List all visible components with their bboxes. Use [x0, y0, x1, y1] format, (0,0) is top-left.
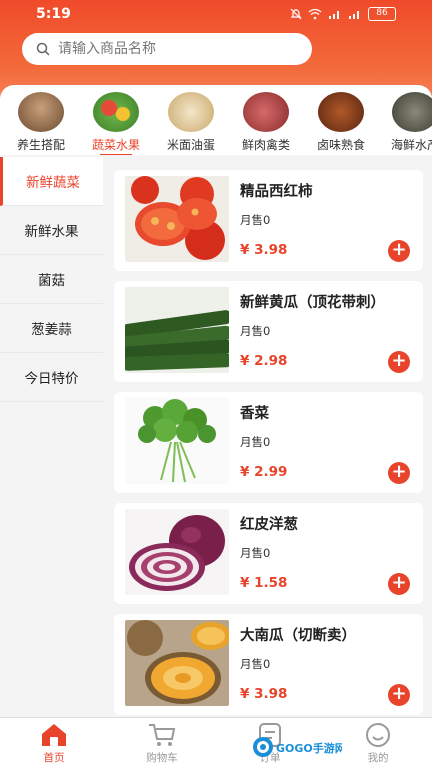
product-name: 香菜: [240, 406, 269, 422]
product-name: 红皮洋葱: [240, 517, 298, 533]
category-rice-flour-oil-eggs[interactable]: 米面油蛋: [156, 92, 226, 153]
product-monthly-sales: 月售0: [240, 213, 271, 227]
category-label: 海鲜水产: [390, 138, 432, 152]
active-underline: [100, 154, 132, 155]
sidebar-item-daily-specials[interactable]: 今日特价: [0, 353, 103, 402]
product-monthly-sales: 月售0: [240, 657, 271, 671]
category-label: 蔬菜水果: [91, 138, 140, 152]
status-icons: 86: [290, 7, 396, 21]
add-to-cart-button[interactable]: +: [388, 462, 410, 484]
category-braised-deli[interactable]: 卤味熟食: [306, 92, 376, 153]
product-list: 精品西红柿 月售0 ¥ 3.98 + 新鲜黄瓜（顶花带刺） 月售0 ¥ 2.98…: [103, 157, 432, 717]
watermark-text: GOGO手游网: [276, 741, 342, 755]
add-to-cart-button[interactable]: +: [388, 573, 410, 595]
category-label: 鲜肉禽类: [241, 138, 290, 152]
search-input[interactable]: [58, 41, 288, 57]
category-meat-poultry[interactable]: 鲜肉禽类: [231, 92, 301, 153]
sidebar: 新鲜蔬菜 新鲜水果 菌菇 葱姜蒜 今日特价: [0, 157, 103, 717]
product-price: ¥ 1.58: [240, 575, 288, 591]
product-price: ¥ 3.98: [240, 242, 288, 258]
battery-icon: 86: [368, 7, 396, 21]
bottom-tab-bar: 首页 购物车 订单 我的: [0, 717, 432, 768]
category-image: [243, 92, 289, 132]
category-health-combo[interactable]: 养生搭配: [6, 92, 76, 153]
product-card[interactable]: 新鲜黄瓜（顶花带刺） 月售0 ¥ 2.98 +: [114, 281, 423, 382]
product-name: 精品西红柿: [240, 184, 313, 200]
search-bar[interactable]: [22, 33, 312, 65]
product-price: ¥ 2.99: [240, 464, 288, 480]
status-bar: 5:19 86: [0, 0, 432, 30]
product-card[interactable]: 红皮洋葱 月售0 ¥ 1.58 +: [114, 503, 423, 604]
product-price: ¥ 2.98: [240, 353, 288, 369]
tab-cart[interactable]: 购物车: [122, 722, 202, 765]
category-label: 养生搭配: [16, 138, 65, 152]
product-monthly-sales: 月售0: [240, 546, 271, 560]
product-monthly-sales: 月售0: [240, 324, 271, 338]
product-card[interactable]: 香菜 月售0 ¥ 2.99 +: [114, 392, 423, 493]
product-image-tomato: [125, 176, 229, 262]
tab-label: 购物车: [146, 752, 178, 764]
category-label: 卤味熟食: [316, 138, 365, 152]
tab-label: 我的: [367, 752, 389, 764]
category-vegetables-fruits[interactable]: 蔬菜水果: [81, 92, 151, 155]
cart-icon: [147, 722, 177, 748]
product-price: ¥ 3.98: [240, 686, 288, 702]
product-name: 新鲜黄瓜（顶花带刺）: [240, 295, 385, 311]
signal-icon: [329, 11, 339, 19]
profile-icon: [363, 722, 393, 748]
product-name: 大南瓜（切断卖）: [240, 628, 356, 644]
wifi-icon: [308, 8, 322, 20]
product-image-red-onion: [125, 509, 229, 595]
product-card[interactable]: 大南瓜（切断卖） 月售0 ¥ 3.98 +: [114, 614, 423, 715]
category-image: [168, 92, 214, 132]
tab-label: 首页: [43, 752, 65, 764]
category-image: [93, 92, 139, 132]
category-label: 米面油蛋: [166, 138, 215, 152]
category-strip: 养生搭配 蔬菜水果 米面油蛋 鲜肉禽类 卤味熟食 海鲜水产: [0, 85, 432, 155]
watermark-logo: GOGO手游网: [252, 736, 346, 758]
product-card[interactable]: 精品西红柿 月售0 ¥ 3.98 +: [114, 170, 423, 271]
product-image-cilantro: [125, 398, 229, 484]
sidebar-item-mushrooms[interactable]: 菌菇: [0, 255, 103, 304]
product-image-cucumber: [125, 287, 229, 373]
add-to-cart-button[interactable]: +: [388, 684, 410, 706]
mute-icon: [290, 8, 302, 20]
add-to-cart-button[interactable]: +: [388, 240, 410, 262]
signal-icon-2: [349, 11, 359, 19]
category-seafood[interactable]: 海鲜水产: [380, 92, 432, 153]
category-image: [318, 92, 364, 132]
search-icon: [36, 42, 50, 56]
home-icon: [39, 722, 69, 748]
add-to-cart-button[interactable]: +: [388, 351, 410, 373]
tab-home[interactable]: 首页: [14, 722, 94, 765]
tab-profile[interactable]: 我的: [338, 722, 418, 765]
product-image-pumpkin: [125, 620, 229, 706]
category-image: [18, 92, 64, 132]
sidebar-item-scallion-ginger-garlic[interactable]: 葱姜蒜: [0, 304, 103, 353]
sidebar-item-fresh-fruits[interactable]: 新鲜水果: [0, 206, 103, 255]
sidebar-item-fresh-vegetables[interactable]: 新鲜蔬菜: [0, 157, 103, 206]
product-monthly-sales: 月售0: [240, 435, 271, 449]
status-time: 5:19: [36, 6, 71, 22]
category-image: [392, 92, 432, 132]
